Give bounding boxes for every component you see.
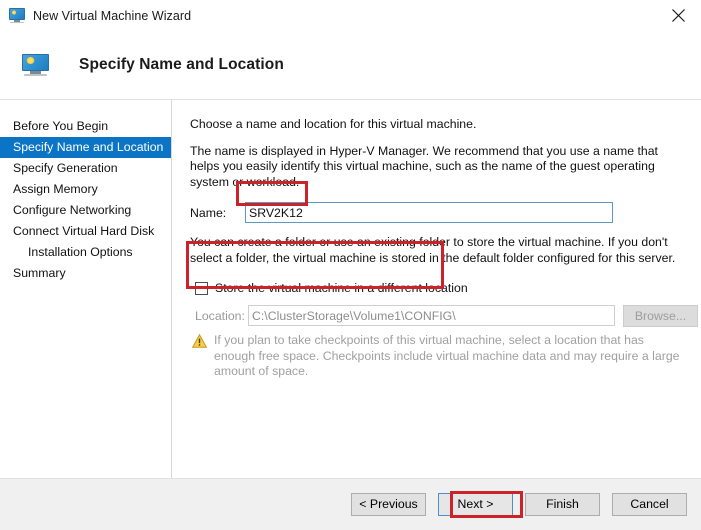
close-icon[interactable] xyxy=(655,0,701,31)
sidebar-item-specify-name-and-location[interactable]: Specify Name and Location xyxy=(0,137,171,158)
wizard-header: Specify Name and Location xyxy=(0,31,701,100)
description-text: The name is displayed in Hyper-V Manager… xyxy=(190,143,658,189)
wizard-footer: < Previous Next > Finish Cancel xyxy=(0,478,701,530)
finish-button[interactable]: Finish xyxy=(525,493,600,516)
location-label: Location: xyxy=(195,308,245,323)
new-virtual-machine-wizard-window: New Virtual Machine Wizard Specify Name … xyxy=(0,0,701,530)
sidebar-item-label: Before You Begin xyxy=(13,119,109,133)
sidebar-item-summary[interactable]: Summary xyxy=(0,263,171,284)
intro-text: Choose a name and location for this virt… xyxy=(190,117,477,131)
sidebar-item-configure-networking[interactable]: Configure Networking xyxy=(0,200,171,221)
location-input[interactable] xyxy=(248,305,615,326)
sidebar-item-installation-options[interactable]: Installation Options xyxy=(0,242,171,263)
store-location-checkbox[interactable] xyxy=(195,281,208,295)
store-location-checkbox-row[interactable]: Store the virtual machine in a different… xyxy=(195,278,698,298)
wizard-body: Before You Begin Specify Name and Locati… xyxy=(0,100,701,478)
window-title: New Virtual Machine Wizard xyxy=(33,8,192,23)
next-button[interactable]: Next > xyxy=(438,493,513,516)
warning-triangle-icon xyxy=(191,333,208,348)
wizard-content-pane: Choose a name and location for this virt… xyxy=(172,100,701,478)
wizard-steps-sidebar: Before You Begin Specify Name and Locati… xyxy=(0,100,172,478)
sidebar-item-specify-generation[interactable]: Specify Generation xyxy=(0,158,171,179)
sidebar-item-label: Assign Memory xyxy=(13,182,98,196)
checkpoint-warning-text: If you plan to take checkpoints of this … xyxy=(214,333,680,378)
sidebar-item-label: Configure Networking xyxy=(13,203,132,217)
name-input[interactable] xyxy=(245,202,613,223)
sidebar-item-label: Summary xyxy=(13,266,66,280)
sidebar-item-label: Specify Name and Location xyxy=(13,140,164,154)
sidebar-item-label: Specify Generation xyxy=(13,161,118,175)
sidebar-item-label: Connect Virtual Hard Disk xyxy=(13,224,155,238)
checkpoint-warning: If you plan to take checkpoints of this … xyxy=(191,333,684,380)
sidebar-item-assign-memory[interactable]: Assign Memory xyxy=(0,179,171,200)
folder-description-text: You can create a folder or use an existi… xyxy=(190,235,676,265)
sidebar-item-label: Installation Options xyxy=(28,245,133,259)
sidebar-item-connect-virtual-hard-disk[interactable]: Connect Virtual Hard Disk xyxy=(0,221,171,242)
virtual-machine-monitor-icon xyxy=(9,7,25,24)
virtual-machine-monitor-icon xyxy=(22,53,49,77)
previous-button[interactable]: < Previous xyxy=(351,493,426,516)
store-location-checkbox-label: Store the virtual machine in a different… xyxy=(215,281,468,295)
page-title: Specify Name and Location xyxy=(79,56,284,73)
location-row: Location: Browse... xyxy=(195,304,698,327)
titlebar: New Virtual Machine Wizard xyxy=(0,0,701,31)
name-row: Name: xyxy=(190,202,698,223)
browse-button[interactable]: Browse... xyxy=(623,304,698,327)
cancel-button[interactable]: Cancel xyxy=(612,493,687,516)
name-label: Name: xyxy=(190,205,227,220)
sidebar-item-before-you-begin[interactable]: Before You Begin xyxy=(0,116,171,137)
